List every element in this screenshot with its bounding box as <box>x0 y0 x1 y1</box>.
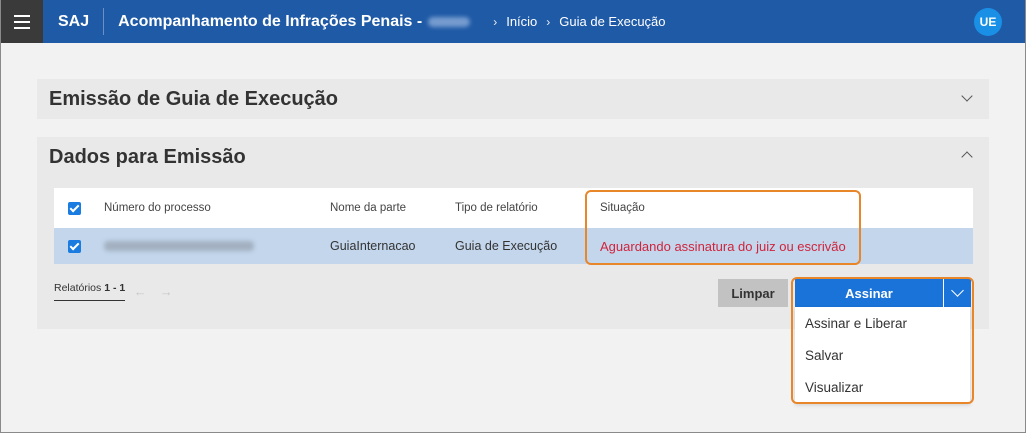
data-table: Número do processo Nome da parte Tipo de… <box>54 188 973 264</box>
column-header[interactable]: Situação <box>600 188 645 228</box>
arrow-right-icon[interactable]: → <box>155 280 177 302</box>
sign-dropdown-toggle[interactable] <box>943 279 971 307</box>
app-title: Acompanhamento de Infrações Penais - <box>118 12 471 31</box>
app-title-text: Acompanhamento de Infrações Penais - <box>118 12 423 30</box>
redacted-text <box>428 16 471 27</box>
chevron-up-icon[interactable] <box>961 151 973 163</box>
chevron-down-icon[interactable] <box>961 90 973 102</box>
process-number-redacted <box>104 241 254 251</box>
select-all-checkbox[interactable] <box>68 201 81 215</box>
pagination-label-text: Relatórios <box>54 281 102 294</box>
menu-item-salvar[interactable]: Salvar <box>795 339 970 371</box>
sign-dropdown-menu: Assinar e Liberar Salvar Visualizar <box>795 307 970 403</box>
menu-item-assinar-liberar[interactable]: Assinar e Liberar <box>795 307 970 339</box>
table-row[interactable]: GuiaInternacao Guia de Execução Aguardan… <box>54 228 973 264</box>
column-header[interactable]: Nome da parte <box>330 188 406 228</box>
panel-title: Dados para Emissão <box>49 146 246 168</box>
chevron-right-icon: › <box>493 14 498 29</box>
breadcrumb: › Início › Guia de Execução <box>484 14 665 29</box>
breadcrumb-guia-execucao: Guia de Execução <box>559 14 666 29</box>
cell-nome-parte: GuiaInternacao <box>330 239 416 253</box>
chevron-right-icon: › <box>546 14 551 29</box>
panel-emissao-guia[interactable]: Emissão de Guia de Execução <box>37 79 989 119</box>
table-header: Número do processo Nome da parte Tipo de… <box>54 188 973 228</box>
sign-split-button: Assinar <box>795 279 971 307</box>
top-bar: SAJ Acompanhamento de Infrações Penais -… <box>0 0 1026 43</box>
menu-item-visualizar[interactable]: Visualizar <box>795 371 970 403</box>
brand-logo[interactable]: SAJ <box>43 8 105 35</box>
row-checkbox[interactable] <box>68 239 81 253</box>
panel-dados-emissao: Dados para Emissão Número do processo No… <box>37 137 989 329</box>
avatar[interactable]: UE <box>974 8 1002 36</box>
menu-icon[interactable] <box>0 0 43 43</box>
cell-tipo-relatorio: Guia de Execução <box>455 239 558 253</box>
pagination-label: Relatórios 1 - 1 <box>54 281 126 301</box>
pagination-range: 1 - 1 <box>104 281 126 294</box>
breadcrumb-inicio[interactable]: Início <box>506 14 537 29</box>
pagination: Relatórios 1 - 1 ← → <box>54 280 177 302</box>
arrow-left-icon[interactable]: ← <box>129 280 151 302</box>
clear-button[interactable]: Limpar <box>718 279 788 307</box>
sign-button[interactable]: Assinar <box>795 279 943 307</box>
panel-title: Emissão de Guia de Execução <box>49 88 339 110</box>
cell-situacao: Aguardando assinatura do juiz ou escrivã… <box>600 238 846 254</box>
column-header[interactable]: Tipo de relatório <box>455 188 538 228</box>
column-header[interactable]: Número do processo <box>104 188 211 228</box>
chevron-down-icon <box>951 284 964 297</box>
